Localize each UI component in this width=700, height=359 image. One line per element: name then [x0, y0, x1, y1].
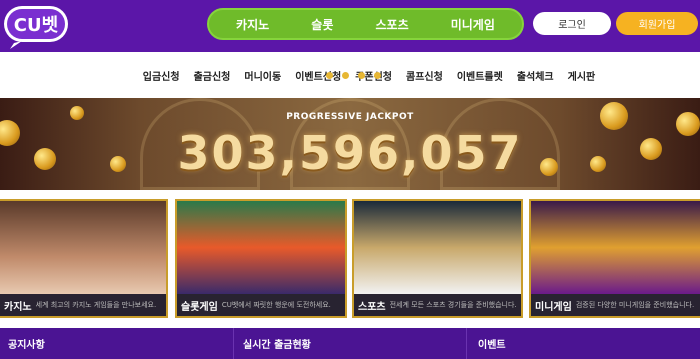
card-desc: CU벳에서 짜릿한 행운에 도전하세요. — [221, 301, 331, 309]
slot-image — [177, 201, 345, 294]
card-desc: 전세계 모든 스포츠 경기들을 준비했습니다. — [389, 301, 517, 309]
card-sports[interactable]: 스포츠 전세계 모든 스포츠 경기들을 준비했습니다. — [352, 199, 523, 318]
nav-sports[interactable]: 스포츠 — [375, 16, 408, 33]
subnav-comp[interactable]: 콤프신청 — [406, 68, 443, 83]
game-cards: 카지노 세계 최고의 카지노 게임들을 만나보세요. 슬롯게임 CU벳에서 짜릿… — [0, 199, 700, 318]
minigame-image — [531, 201, 700, 294]
card-casino[interactable]: 카지노 세계 최고의 카지노 게임들을 만나보세요. — [0, 199, 168, 318]
jackpot-label: PROGRESSIVE JACKPOT — [286, 112, 414, 122]
card-slot[interactable]: 슬롯게임 CU벳에서 짜릿한 행운에 도전하세요. — [175, 199, 347, 318]
subnav-withdraw[interactable]: 출금신청 — [194, 68, 231, 83]
card-desc: 세계 최고의 카지노 게임들을 만나보세요. — [35, 301, 157, 309]
card-title: 스포츠 — [358, 301, 386, 313]
join-button[interactable]: 회원가입 — [616, 12, 698, 35]
withdraw-status-title[interactable]: 실시간 출금현황 — [243, 336, 311, 351]
card-minigame[interactable]: 미니게임 검증된 다양한 미니게임을 준비했습니다. — [529, 199, 700, 318]
subnav-roulette[interactable]: 이벤트룰렛 — [457, 68, 503, 83]
card-title: 미니게임 — [535, 301, 572, 313]
loading-dots — [326, 72, 381, 79]
sports-image — [354, 201, 521, 294]
logo[interactable]: CU벳 — [0, 0, 72, 50]
jackpot-value: 303,596,057 — [177, 126, 523, 180]
card-desc: 검증된 다양한 미니게임을 준비했습니다. — [575, 301, 695, 309]
nav-minigame[interactable]: 미니게임 — [451, 16, 495, 33]
nav-casino[interactable]: 카지노 — [236, 16, 269, 33]
subnav-money-move[interactable]: 머니이동 — [244, 68, 281, 83]
subnav-deposit[interactable]: 입금신청 — [143, 68, 180, 83]
event-title[interactable]: 이벤트 — [478, 336, 506, 351]
header: CU벳 카지노 슬롯 스포츠 미니게임 로그인 회원가입 — [0, 0, 700, 52]
casino-image — [0, 201, 166, 294]
subnav-attendance[interactable]: 출석체크 — [517, 68, 554, 83]
card-title: 카지노 — [4, 301, 32, 313]
card-title: 슬롯게임 — [181, 301, 218, 313]
logo-text: CU벳 — [14, 15, 59, 36]
subnav-board[interactable]: 게시판 — [568, 68, 596, 83]
notice-title[interactable]: 공지사항 — [8, 336, 45, 351]
bottom-bar: 공지사항 실시간 출금현황 이벤트 — [0, 328, 700, 359]
main-nav: 카지노 슬롯 스포츠 미니게임 — [207, 8, 524, 40]
login-button[interactable]: 로그인 — [533, 12, 611, 35]
nav-slot[interactable]: 슬롯 — [311, 16, 333, 33]
